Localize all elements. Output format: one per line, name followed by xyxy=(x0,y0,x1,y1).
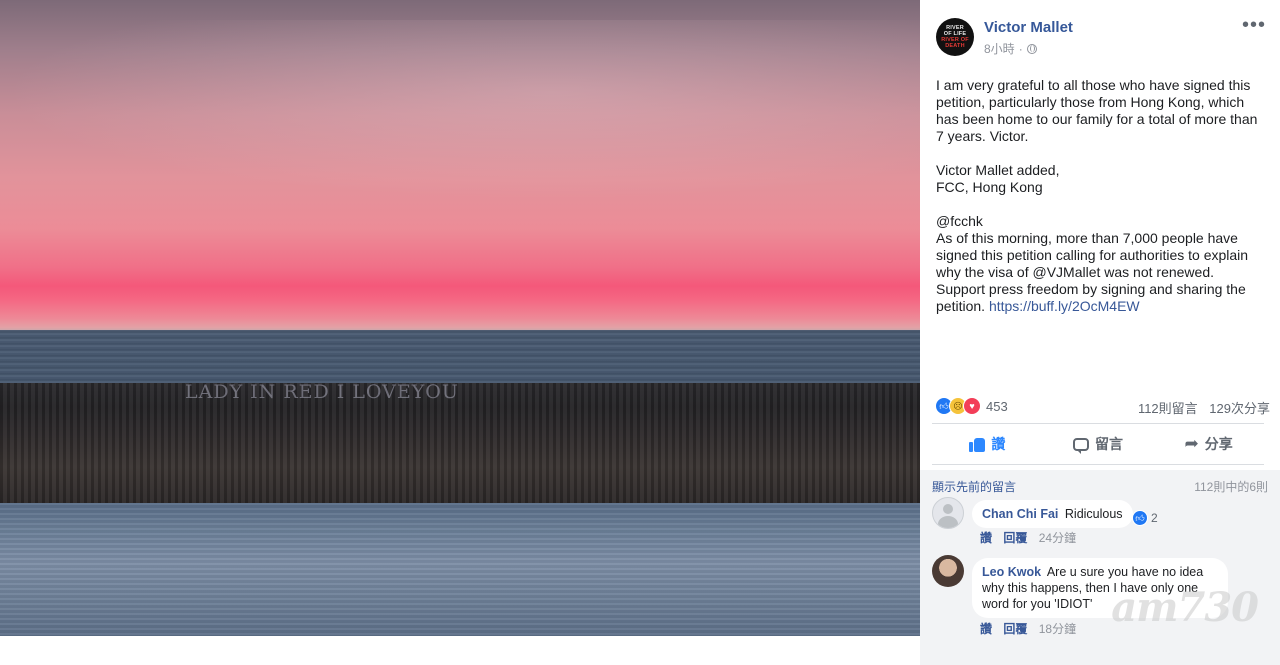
comment-actions: 讚 回覆 18分鐘 xyxy=(980,620,1076,637)
dot-separator: · xyxy=(1018,41,1023,56)
comments-section: 顯示先前的留言 112則中的6則 Chan Chi Fai Ridiculous… xyxy=(920,470,1280,665)
comment-reaction-count: 2 xyxy=(1151,511,1158,525)
thumbs-up-icon xyxy=(969,436,986,452)
post-line: FCC, Hong Kong xyxy=(936,179,1043,195)
share-label: 分享 xyxy=(1204,436,1233,452)
view-previous-comments-link[interactable]: 顯示先前的留言 xyxy=(932,478,1016,495)
post-paragraph: Victor Mallet added, FCC, Hong Kong xyxy=(936,162,1258,196)
commenter-avatar[interactable] xyxy=(932,497,964,529)
comment-reactions[interactable]: 👍︎ 2 xyxy=(1132,510,1158,526)
author-avatar[interactable]: RIVER OF LIFE RIVER OF DEATH xyxy=(936,18,974,56)
post-meta: 8小時 · xyxy=(984,40,1037,57)
comment-label: 留言 xyxy=(1095,436,1123,452)
comment-text: Ridiculous xyxy=(1064,507,1123,521)
comment-like-link[interactable]: 讚 xyxy=(980,622,992,636)
post-line: Victor Mallet added, xyxy=(936,162,1060,178)
post-timestamp[interactable]: 8小時 xyxy=(984,40,1015,57)
post-line: @fcchk xyxy=(936,213,983,229)
like-button[interactable]: 讚 xyxy=(932,428,1043,460)
love-reaction-icon: ♥ xyxy=(963,397,981,415)
post-paragraph: @fcchk As of this morning, more than 7,0… xyxy=(936,213,1258,315)
divider xyxy=(932,464,1264,465)
comment-time[interactable]: 24分鐘 xyxy=(1039,531,1076,545)
reaction-count: 453 xyxy=(986,398,1008,414)
engagement-counts: 112則留言 129次分享 xyxy=(1138,398,1270,417)
more-options-icon[interactable]: ••• xyxy=(1242,14,1266,37)
avatar-text-line: DEATH xyxy=(945,43,965,49)
comment-bubble: Chan Chi Fai Ridiculous xyxy=(972,500,1133,528)
comment-like-link[interactable]: 讚 xyxy=(980,531,992,545)
comment-time[interactable]: 18分鐘 xyxy=(1039,622,1076,636)
post-photo[interactable]: LADY IN RED I LOVEYOU xyxy=(0,0,920,636)
post-paragraph: I am very grateful to all those who have… xyxy=(936,77,1258,144)
comments-shown-count: 112則中的6則 xyxy=(1194,480,1268,494)
reaction-summary[interactable]: 👍︎ ☹ ♥ 453 xyxy=(935,397,1008,415)
share-arrow-icon: ➦ xyxy=(1184,434,1199,453)
watermark-logo: am730 xyxy=(1111,584,1259,631)
sea-horizon xyxy=(0,330,920,385)
commenter-name[interactable]: Leo Kwok xyxy=(982,565,1041,579)
speech-bubble-icon xyxy=(1073,437,1089,454)
share-button[interactable]: ➦ 分享 xyxy=(1153,428,1264,460)
comment-actions: 讚 回覆 24分鐘 xyxy=(980,529,1076,546)
breakwater-wall xyxy=(0,383,920,503)
petition-link[interactable]: https://buff.ly/2OcM4EW xyxy=(989,298,1140,314)
post-actions: 讚 留言 ➦ 分享 xyxy=(932,428,1264,460)
commenter-name[interactable]: Chan Chi Fai xyxy=(982,507,1058,521)
sky-haze xyxy=(0,20,920,200)
sea-ripples xyxy=(0,503,920,636)
comment-reply-link[interactable]: 回覆 xyxy=(1003,531,1027,545)
wall-graffiti-text: LADY IN RED I LOVEYOU xyxy=(185,381,459,403)
post-body: I am very grateful to all those who have… xyxy=(936,77,1258,332)
commenter-avatar[interactable] xyxy=(932,555,964,587)
comment-button[interactable]: 留言 xyxy=(1043,428,1154,460)
globe-icon xyxy=(1026,43,1037,54)
comment-count[interactable]: 112則留言 xyxy=(1138,401,1198,416)
post-panel: RIVER OF LIFE RIVER OF DEATH Victor Mall… xyxy=(920,0,1280,665)
share-count[interactable]: 129次分享 xyxy=(1209,401,1270,416)
like-reaction-icon: 👍︎ xyxy=(1132,510,1148,526)
divider xyxy=(932,423,1264,424)
comment-reply-link[interactable]: 回覆 xyxy=(1003,622,1027,636)
like-label: 讚 xyxy=(991,436,1006,452)
author-name-link[interactable]: Victor Mallet xyxy=(984,19,1073,36)
